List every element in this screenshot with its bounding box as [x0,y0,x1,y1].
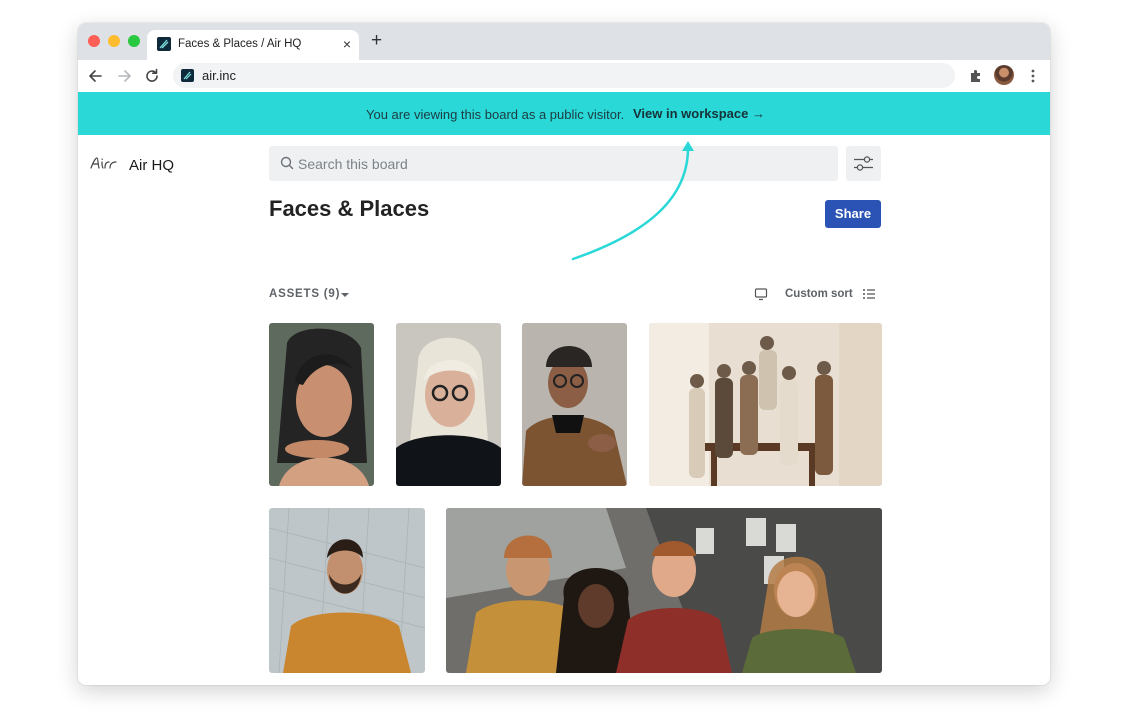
menu-kebab-icon[interactable] [1022,65,1044,87]
share-button[interactable]: Share [825,200,881,228]
view-in-workspace-link[interactable]: View in workspace → [633,106,765,121]
assets-count-label[interactable]: ASSETS (9) [269,288,340,300]
search-bar[interactable] [269,146,838,181]
caret-down-icon[interactable] [341,293,349,297]
asset-tile-group-four-friends[interactable] [446,508,882,673]
workspace-name[interactable]: Air HQ [129,157,174,174]
reload-icon[interactable] [141,65,163,87]
close-tab-icon[interactable]: × [343,36,351,52]
asset-tile-portrait-man-beanie-glasses[interactable] [522,323,627,486]
address-bar[interactable]: air.inc [173,63,955,88]
search-input[interactable] [298,146,818,181]
sliders-icon [854,156,873,171]
tab-strip: Faces & Places / Air HQ × + [78,23,1050,60]
air-favicon-icon [157,37,171,51]
forward-arrow-icon[interactable] [113,65,135,87]
back-arrow-icon[interactable] [85,65,107,87]
extensions-puzzle-icon[interactable] [965,65,987,87]
tab-title: Faces & Places / Air HQ [178,38,302,50]
site-favicon-icon [181,69,194,82]
asset-tile-portrait-freckled-woman[interactable] [269,323,374,486]
air-logo-icon[interactable] [90,156,118,175]
browser-window: Faces & Places / Air HQ × + air.inc You … [78,23,1050,685]
board-title: Faces & Places [269,196,430,221]
minimize-window-button[interactable] [108,35,120,47]
new-tab-button[interactable]: + [371,31,382,51]
url-text: air.inc [202,68,236,83]
profile-avatar[interactable] [994,65,1014,85]
custom-sort-button[interactable]: Custom sort [785,288,853,300]
maximize-window-button[interactable] [128,35,140,47]
asset-tile-portrait-bearded-man-mustard-shirt[interactable] [269,508,425,673]
search-icon [280,156,294,170]
banner-message: You are viewing this board as a public v… [366,107,625,122]
asset-tile-group-six-women[interactable] [649,323,882,486]
filter-button[interactable] [846,146,881,181]
monitor-icon[interactable] [754,287,768,301]
browser-tab[interactable]: Faces & Places / Air HQ × [147,30,359,60]
public-visitor-banner: You are viewing this board as a public v… [78,92,1050,135]
close-window-button[interactable] [88,35,100,47]
asset-tile-portrait-blonde-woman-glasses[interactable] [396,323,501,486]
list-view-icon[interactable] [862,287,876,301]
browser-toolbar: air.inc [78,60,1050,92]
